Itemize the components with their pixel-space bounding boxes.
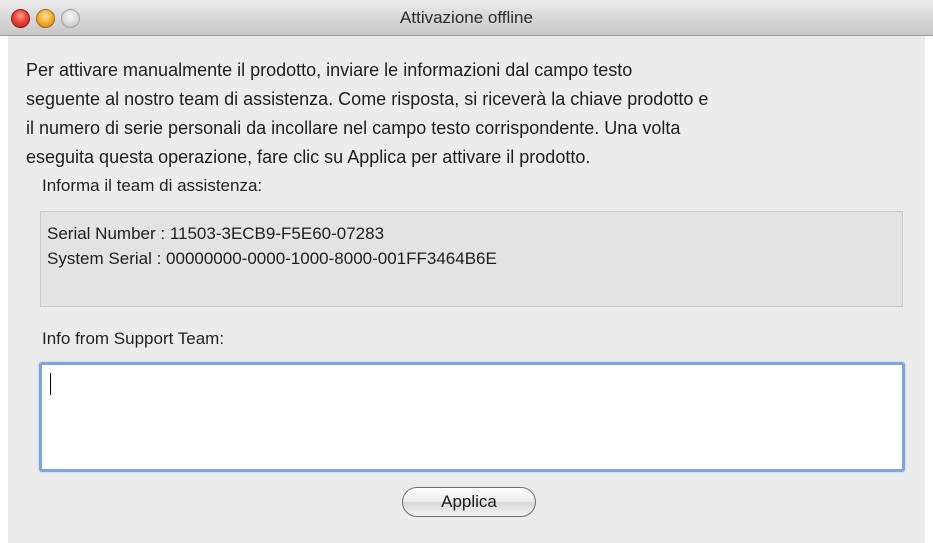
activation-window: Attivazione offline Per attivare manualm… — [0, 0, 933, 543]
title-bar[interactable]: Attivazione offline — [0, 0, 933, 36]
apply-button[interactable]: Applica — [402, 487, 536, 517]
text-caret — [50, 373, 51, 395]
window-title: Attivazione offline — [400, 8, 533, 27]
support-info-field[interactable]: Serial Number : 11503-3ECB9-F5E60-07283 … — [40, 211, 903, 307]
from-support-input[interactable] — [42, 365, 902, 469]
from-support-label: Info from Support Team: — [42, 329, 225, 348]
support-info-label: Informa il team di assistenza: — [42, 176, 263, 195]
instructions-line: Per attivare manualmente il prodotto, in… — [26, 60, 633, 80]
from-support-field-frame — [39, 362, 905, 472]
serial-number-text: Serial Number : 11503-3ECB9-F5E60-07283 — [47, 224, 385, 243]
instructions-line: seguente al nostro team di assistenza. C… — [26, 89, 709, 109]
instructions-line: il numero di serie personali da incollar… — [26, 118, 681, 138]
instructions-text: Per attivare manualmente il prodotto, in… — [26, 56, 916, 172]
dialog-content: Per attivare manualmente il prodotto, in… — [8, 36, 925, 543]
system-serial-text: System Serial : 00000000-0000-1000-8000-… — [47, 249, 497, 268]
instructions-line: eseguita questa operazione, fare clic su… — [26, 147, 591, 167]
